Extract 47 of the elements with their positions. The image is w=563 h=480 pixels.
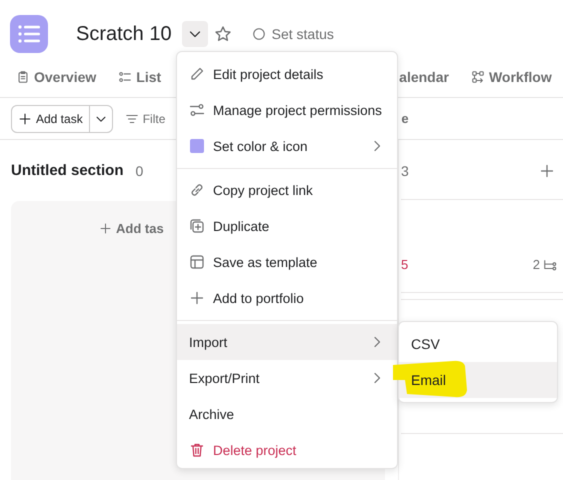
plus-icon xyxy=(99,222,112,235)
pencil-icon xyxy=(189,66,205,82)
filter-button[interactable]: Filte xyxy=(124,112,166,126)
project-menu-button[interactable] xyxy=(182,21,208,47)
template-icon xyxy=(189,254,205,270)
add-task-link[interactable]: Add tas xyxy=(99,221,164,236)
trash-icon xyxy=(189,442,205,458)
clipboard-icon xyxy=(16,70,30,84)
plus-icon xyxy=(18,112,32,126)
workflow-icon xyxy=(470,70,485,84)
menu-item[interactable]: Delete project xyxy=(177,432,397,468)
color-swatch-icon xyxy=(190,139,204,153)
subtask-icon xyxy=(543,258,557,272)
menu-item[interactable]: Set color & icon xyxy=(177,128,397,164)
section-title: Untitled section xyxy=(11,162,124,179)
tab[interactable]: Overview xyxy=(16,68,96,86)
plus-icon xyxy=(189,290,205,306)
menu-item[interactable]: CSV xyxy=(399,326,557,362)
menu-item[interactable]: Add to portfolio xyxy=(177,280,397,316)
list-icon xyxy=(118,70,132,84)
tab[interactable]: Workflow xyxy=(470,68,552,86)
project-title: Scratch 10 xyxy=(76,22,172,46)
tab[interactable]: List xyxy=(118,68,162,86)
plus-icon xyxy=(539,162,555,178)
menu-item[interactable]: Import xyxy=(177,324,397,360)
menu-item[interactable]: Duplicate xyxy=(177,208,397,244)
star-icon xyxy=(214,25,232,43)
circle-icon xyxy=(252,27,266,41)
toolbar-label[interactable]: e xyxy=(401,111,409,126)
menu-item[interactable]: Save as template xyxy=(177,244,397,280)
menu-item[interactable]: Export/Print xyxy=(177,360,397,396)
menu-item[interactable]: Copy project link xyxy=(177,172,397,208)
menu-item[interactable]: Manage project permissions xyxy=(177,92,397,128)
menu-item[interactable]: Archive xyxy=(177,396,397,432)
task-count: 3 xyxy=(401,162,409,178)
project-icon xyxy=(10,15,48,53)
duplicate-icon xyxy=(189,218,205,234)
subtask-count: 2 xyxy=(532,257,557,272)
set-status-button[interactable]: Set status xyxy=(252,26,334,42)
task-count: 0 xyxy=(136,162,144,178)
sliders-icon xyxy=(189,102,205,118)
due-date: 5 xyxy=(401,257,408,272)
link-icon xyxy=(189,182,205,198)
menu-item[interactable]: Edit project details xyxy=(177,56,397,92)
tab[interactable]: alendar xyxy=(399,68,449,86)
add-button[interactable] xyxy=(539,162,555,178)
task-card[interactable]: 5 2 xyxy=(401,199,563,293)
